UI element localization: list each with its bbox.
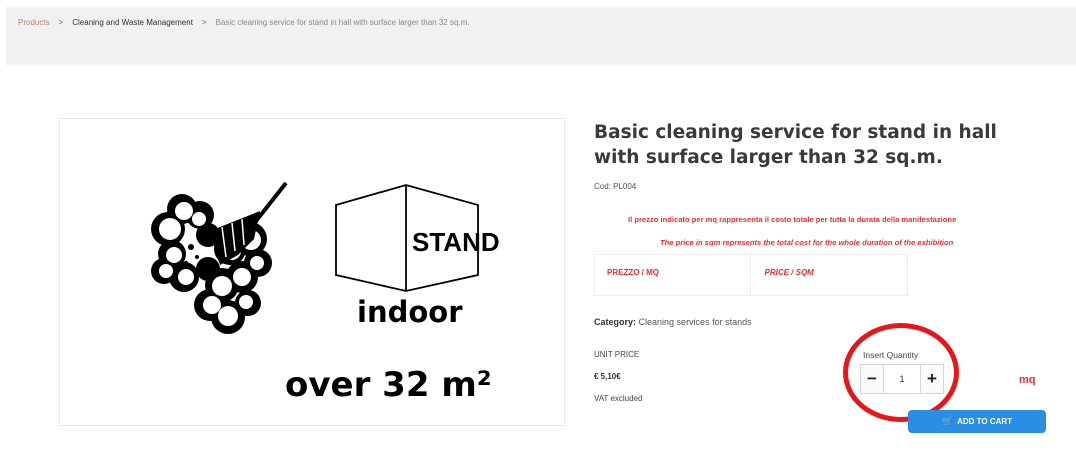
product-title: Basic cleaning service for stand in hall… xyxy=(594,122,997,168)
price-header-italian: PREZZO / MQ xyxy=(607,268,659,277)
category-link[interactable]: Cleaning services for stands xyxy=(639,317,752,327)
vat-note: VAT excluded xyxy=(594,394,643,403)
breadcrumb-separator: > xyxy=(201,18,207,27)
breadcrumb-current-page: Basic cleaning service for stand in hall… xyxy=(215,18,470,27)
price-header-english: PRICE / SQM xyxy=(749,255,908,295)
product-category: Category: Cleaning services for stands xyxy=(594,317,752,327)
breadcrumb-separator: > xyxy=(58,18,64,27)
cart-icon: 🛒 xyxy=(941,416,954,426)
unit-price-label: UNIT PRICE xyxy=(594,350,640,359)
price-notice-italian: Il prezzo indicato per mq rappresenta il… xyxy=(628,215,957,224)
category-label: Category: xyxy=(594,317,637,327)
broom-cleaning-icon xyxy=(151,181,288,334)
breadcrumb-category-link[interactable]: Cleaning and Waste Management xyxy=(72,18,193,27)
product-illustration: STAND indoor over 32 m² xyxy=(151,181,500,405)
breadcrumb-products-link[interactable]: Products xyxy=(18,18,50,27)
add-to-cart-label: ADD TO CART xyxy=(957,417,1013,426)
size-label: over 32 m² xyxy=(285,365,492,405)
product-image: STAND indoor over 32 m² xyxy=(59,118,565,426)
add-to-cart-button[interactable]: 🛒 ADD TO CART xyxy=(908,410,1046,433)
indoor-label: indoor xyxy=(357,295,463,329)
quantity-unit: mq xyxy=(1019,374,1036,386)
product-code: Cod: PL004 xyxy=(594,182,637,191)
highlight-annotation xyxy=(843,323,959,422)
breadcrumb: Products > Cleaning and Waste Management > B… xyxy=(6,7,1076,65)
price-notice-english: The price in sqm represents the total co… xyxy=(660,238,954,247)
price-table: PREZZO / MQ PRICE / SQM xyxy=(594,254,908,296)
unit-price-value: € 5,10€ xyxy=(594,372,621,381)
stand-label: STAND xyxy=(412,227,500,257)
